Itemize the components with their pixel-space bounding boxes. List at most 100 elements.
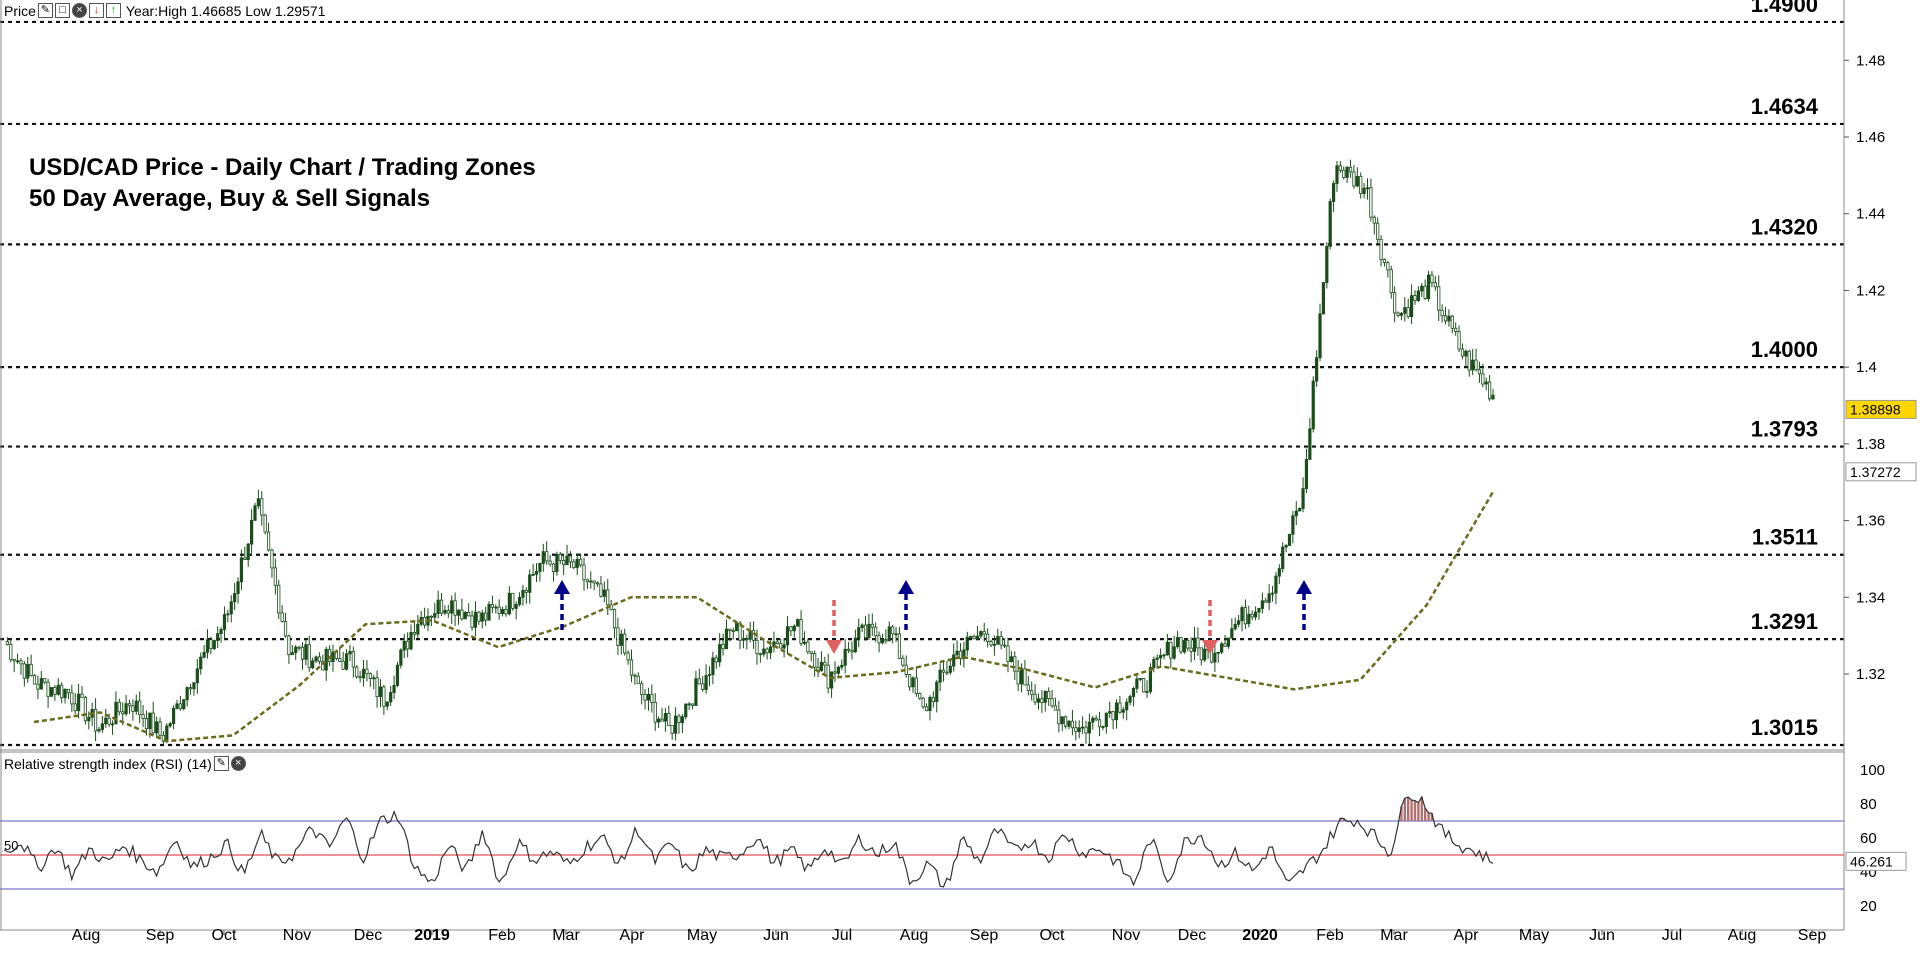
candle-body: [168, 723, 172, 727]
window-icon[interactable]: □: [54, 3, 70, 18]
candle-body: [690, 703, 695, 706]
candle-body: [911, 677, 915, 688]
candle-body: [870, 623, 874, 628]
candle-body: [1189, 647, 1193, 652]
candle-body: [229, 601, 233, 615]
candle-body: [1121, 709, 1125, 713]
candle-body: [1074, 727, 1078, 733]
candle-body: [1077, 727, 1081, 733]
candle-body: [399, 649, 403, 666]
candle-body: [484, 612, 488, 621]
candle-body: [517, 596, 522, 605]
x-tick-label: Apr: [620, 927, 646, 944]
candle-body: [56, 684, 60, 695]
candle-body: [1064, 716, 1068, 727]
candle-body: [378, 686, 383, 698]
candle-body: [775, 641, 779, 644]
candle-body: [409, 632, 413, 650]
wrench-icon[interactable]: ✎: [213, 756, 229, 771]
candle-body: [148, 712, 152, 730]
candle-body: [141, 714, 145, 719]
candle-body: [1070, 720, 1075, 729]
candle-body: [758, 653, 762, 656]
candle-body: [1437, 286, 1441, 311]
candle-body: [867, 623, 871, 639]
candle-body: [43, 678, 47, 683]
candle-body: [568, 555, 573, 563]
candle-body: [799, 619, 803, 644]
candle-body: [467, 612, 471, 617]
candle-body: [992, 643, 997, 646]
candle-body: [277, 584, 281, 614]
candle-body: [521, 589, 525, 598]
candle-body: [836, 666, 840, 674]
candle-body: [1345, 166, 1349, 178]
candle-body: [1111, 711, 1115, 721]
candle-body: [626, 652, 630, 661]
candle-body: [616, 627, 620, 646]
candle-body: [846, 648, 851, 651]
candle-body: [694, 678, 698, 706]
candle-body: [948, 665, 952, 673]
candle-body: [735, 622, 739, 632]
candle-body: [514, 603, 518, 609]
candle-body: [1142, 677, 1146, 693]
candle-body: [1230, 628, 1234, 639]
candle-body: [185, 687, 189, 701]
candle-body: [93, 708, 98, 732]
price-label: Price: [4, 2, 36, 19]
candle-body: [280, 612, 284, 622]
candle-body: [260, 498, 264, 516]
candle-body: [677, 715, 681, 724]
candle-body: [368, 673, 372, 679]
price-chart[interactable]: 1.4900 1.4634 1.4320 1.4000 1.3793 1.3511 1.32…: [0, 0, 1920, 948]
rsi-tick-label: 100: [1860, 762, 1885, 779]
candle-body: [36, 683, 40, 690]
candle-body: [233, 593, 237, 603]
candle-body: [490, 604, 495, 608]
candle-body: [1298, 507, 1302, 512]
candle-body: [460, 609, 464, 620]
candle-body: [12, 658, 16, 662]
candle-body: [823, 661, 827, 666]
candle-body: [599, 583, 603, 597]
sell-arrow-icon[interactable]: ↓: [88, 3, 104, 18]
y-tick-label: 1.38: [1856, 436, 1885, 453]
candle-body: [718, 644, 722, 663]
candle-body: [986, 633, 990, 642]
candle-body: [1053, 705, 1058, 711]
x-tick-label: Sep: [970, 927, 999, 944]
current-price-tag: 1.38898: [1850, 401, 1901, 417]
buy-arrow-icon[interactable]: ↑: [105, 3, 121, 18]
candle-body: [982, 631, 986, 635]
candle-body: [802, 641, 807, 644]
close-icon[interactable]: ×: [71, 3, 87, 18]
wrench-icon[interactable]: ✎: [37, 3, 53, 18]
candle-body: [22, 663, 26, 679]
candle-body: [646, 693, 651, 701]
candle-body: [70, 692, 74, 705]
candle-body: [307, 644, 311, 669]
candle-body: [796, 619, 800, 627]
candle-body: [575, 558, 579, 568]
close-icon[interactable]: ×: [230, 756, 246, 771]
candle-body: [843, 648, 847, 666]
x-tick-label: Aug: [900, 927, 928, 944]
candle-body: [1396, 312, 1400, 316]
x-tick-label: Dec: [354, 927, 382, 944]
candle-body: [687, 703, 691, 706]
candle-body: [195, 668, 199, 684]
candle-body: [806, 641, 810, 653]
candle-body: [1155, 657, 1159, 660]
candle-body: [450, 600, 454, 614]
candle-body: [290, 652, 294, 656]
candle-body: [436, 599, 440, 614]
candle-body: [629, 659, 634, 676]
candle-body: [477, 611, 481, 622]
rsi-value-tag: 46.261: [1850, 853, 1893, 869]
candle-body: [829, 671, 834, 689]
y-tick-label: 1.44: [1856, 206, 1885, 223]
rsi-tick-label: 60: [1860, 830, 1877, 847]
candle-body: [270, 549, 274, 569]
candle-body: [545, 551, 549, 562]
